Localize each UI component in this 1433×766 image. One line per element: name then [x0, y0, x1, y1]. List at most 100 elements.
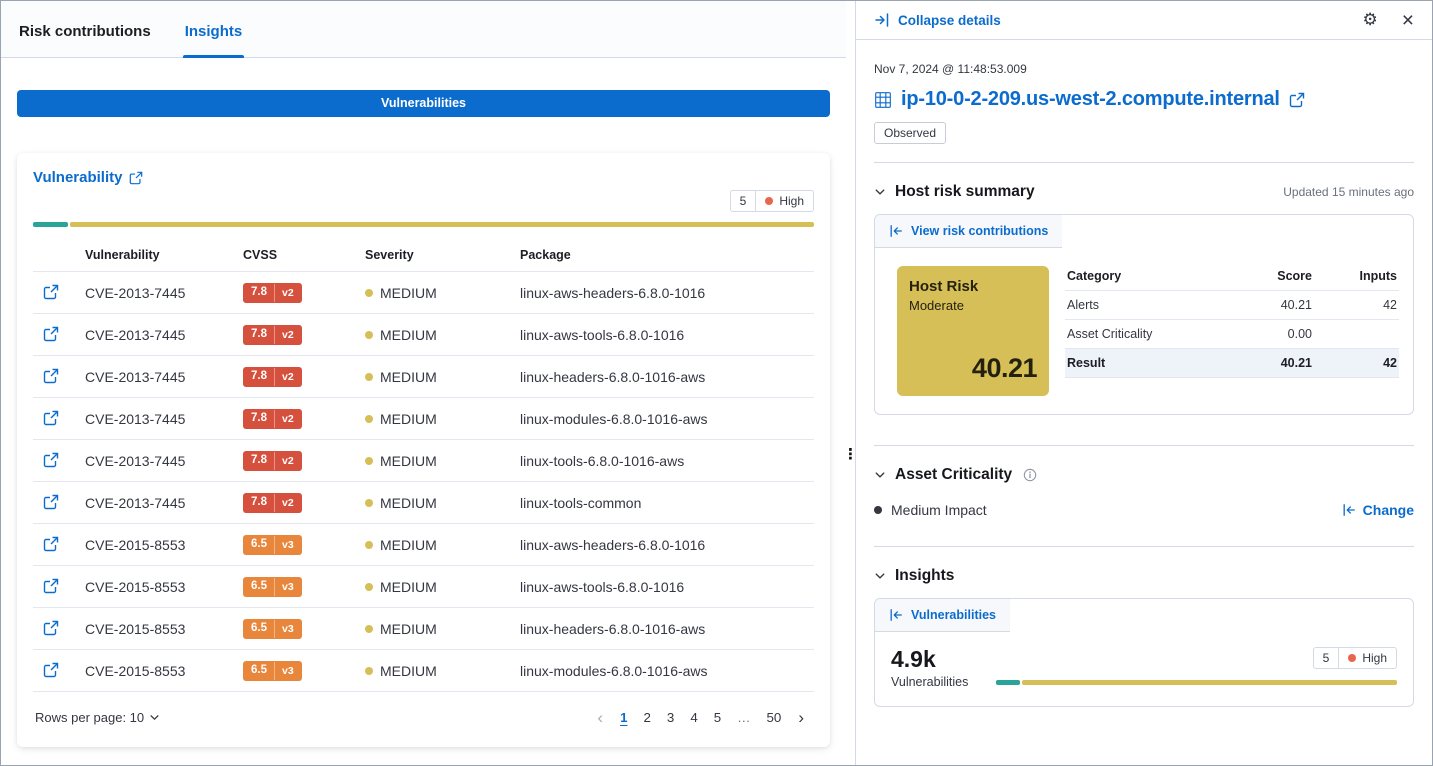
risk-table-row: Alerts 40.21 42 — [1065, 291, 1399, 320]
risk-category: Result — [1065, 349, 1209, 378]
open-vulnerability-details-button[interactable] — [41, 408, 61, 428]
vulnerabilities-filter-button[interactable]: Vulnerabilities — [17, 90, 830, 117]
pagination-ellipsis: … — [730, 706, 757, 729]
pagination-page-3[interactable]: 3 — [660, 706, 681, 729]
vulnerabilities-insight-link[interactable]: Vulnerabilities — [875, 599, 1010, 632]
open-vulnerability-details-button[interactable] — [41, 618, 61, 638]
cvss-score-badge: 7.8 v2 — [243, 493, 302, 513]
risk-score: 0.00 — [1209, 320, 1314, 349]
asset-criticality-title: Asset Criticality — [895, 466, 1012, 484]
vulnerability-id: CVE-2015-8553 — [77, 650, 235, 692]
risk-content: Host Risk Moderate 40.21 Category Score … — [875, 248, 1413, 414]
high-severity-label: High — [779, 194, 804, 208]
severity-label: MEDIUM — [380, 579, 437, 595]
header-category: Category — [1065, 266, 1209, 291]
header-actions — [33, 239, 77, 272]
pagination-page-4[interactable]: 4 — [683, 706, 704, 729]
vulnerability-id: CVE-2013-7445 — [77, 482, 235, 524]
collapse-details-icon — [874, 12, 890, 28]
severity-count-badge-group: 5 High — [730, 190, 814, 212]
cvss-score-badge: 6.5 v3 — [243, 535, 302, 555]
risk-table-header-row: Category Score Inputs — [1065, 266, 1399, 291]
risk-category: Alerts — [1065, 291, 1209, 320]
cvss-version: v2 — [274, 494, 302, 513]
pagination-page-50[interactable]: 50 — [760, 706, 789, 729]
host-risk-panel: View risk contributions Host Risk Modera… — [874, 214, 1414, 415]
vulnerability-id: CVE-2015-8553 — [77, 608, 235, 650]
insights-header: Insights — [874, 567, 1414, 585]
table-row: CVE-2013-7445 7.8 v2 MEDIUM linux-tools-… — [33, 482, 814, 524]
vulnerabilities-stat-label: Vulnerabilities — [891, 675, 968, 689]
host-name-link[interactable]: ip-10-0-2-209.us-west-2.compute.internal — [901, 88, 1280, 111]
severity-label: MEDIUM — [380, 453, 437, 469]
divider-line — [874, 546, 1414, 547]
pagination-page-2[interactable]: 2 — [636, 706, 657, 729]
severity-dot-icon — [365, 625, 373, 633]
vulnerability-table: Vulnerability CVSS Severity Package CVE-… — [33, 239, 814, 692]
severity-dot-icon — [365, 457, 373, 465]
open-vulnerability-details-button[interactable] — [41, 576, 61, 596]
rows-per-page-selector[interactable]: Rows per page: 10 — [35, 710, 160, 725]
asset-criticality-toggle[interactable]: Asset Criticality — [874, 466, 1037, 484]
distribution-segment — [33, 222, 68, 227]
host-external-link-icon[interactable] — [1289, 92, 1305, 108]
cvss-score-badge: 7.8 v2 — [243, 367, 302, 387]
pagination-prev-button[interactable]: ‹ — [589, 708, 611, 728]
pagination-next-button[interactable]: › — [790, 708, 812, 728]
cvss-score-badge: 6.5 v3 — [243, 619, 302, 639]
flyout-header: Collapse details ⚙ × — [856, 1, 1432, 40]
gear-icon[interactable]: ⚙ — [1362, 12, 1377, 29]
flyout-body: Nov 7, 2024 @ 11:48:53.009 ip-10-0-2-209… — [856, 40, 1432, 707]
severity-distribution-bar — [996, 680, 1397, 685]
view-risk-contributions-link[interactable]: View risk contributions — [875, 215, 1062, 248]
vulnerabilities-distribution: 5 High — [996, 647, 1397, 685]
open-vulnerability-details-button[interactable] — [41, 366, 61, 386]
collapse-details-button[interactable]: Collapse details — [874, 12, 1001, 28]
host-risk-card-title: Host Risk — [909, 278, 1037, 295]
cvss-score-badge: 6.5 v3 — [243, 661, 302, 681]
close-icon[interactable]: × — [1402, 10, 1414, 31]
panel-divider: ⋮ — [846, 1, 856, 765]
asset-criticality-header: Asset Criticality — [874, 466, 1414, 484]
cvss-score: 7.8 — [243, 409, 274, 429]
header-cvss: CVSS — [235, 239, 357, 272]
pagination-page-5[interactable]: 5 — [707, 706, 728, 729]
severity-dot-icon — [365, 289, 373, 297]
host-icon — [874, 91, 892, 109]
package-name: linux-headers-6.8.0-1016-aws — [512, 356, 814, 398]
cvss-version: v3 — [274, 536, 302, 555]
high-count-badge: 5 — [1314, 648, 1339, 668]
insights-toggle[interactable]: Insights — [874, 567, 954, 585]
cvss-score: 7.8 — [243, 451, 274, 471]
cvss-score-badge: 7.8 v2 — [243, 325, 302, 345]
pagination: ‹ 12345…50 › — [589, 706, 812, 729]
chevron-down-icon — [874, 469, 886, 481]
chevron-down-icon — [874, 186, 886, 198]
open-vulnerability-details-button[interactable] — [41, 660, 61, 680]
pagination-page-1[interactable]: 1 — [613, 706, 634, 729]
cvss-score: 6.5 — [243, 661, 274, 681]
host-risk-summary-toggle[interactable]: Host risk summary — [874, 183, 1035, 201]
panel-resize-handle[interactable]: ⋮ — [840, 445, 861, 464]
cvss-version: v2 — [274, 410, 302, 429]
cvss-version: v2 — [274, 284, 302, 303]
info-icon[interactable] — [1023, 468, 1037, 482]
risk-inputs: 42 — [1314, 349, 1399, 378]
tab-risk-contributions[interactable]: Risk contributions — [17, 23, 153, 57]
cvss-score: 7.8 — [243, 283, 274, 303]
high-severity-label: High — [1362, 651, 1387, 665]
severity-dot-icon — [365, 331, 373, 339]
open-vulnerability-details-button[interactable] — [41, 450, 61, 470]
tab-insights[interactable]: Insights — [183, 23, 245, 57]
open-vulnerability-details-button[interactable] — [41, 324, 61, 344]
vulnerability-title-link[interactable]: Vulnerability — [33, 169, 143, 186]
open-vulnerability-details-button[interactable] — [41, 282, 61, 302]
severity-label: MEDIUM — [380, 663, 437, 679]
tab-bar: Risk contributions Insights — [1, 1, 846, 58]
package-name: linux-tools-6.8.0-1016-aws — [512, 440, 814, 482]
package-name: linux-modules-6.8.0-1016-aws — [512, 650, 814, 692]
open-vulnerability-details-button[interactable] — [41, 492, 61, 512]
open-vulnerability-details-button[interactable] — [41, 534, 61, 554]
change-criticality-button[interactable]: Change — [1342, 502, 1414, 518]
left-preview-panel: Risk contributions Insights Vulnerabilit… — [1, 1, 846, 765]
